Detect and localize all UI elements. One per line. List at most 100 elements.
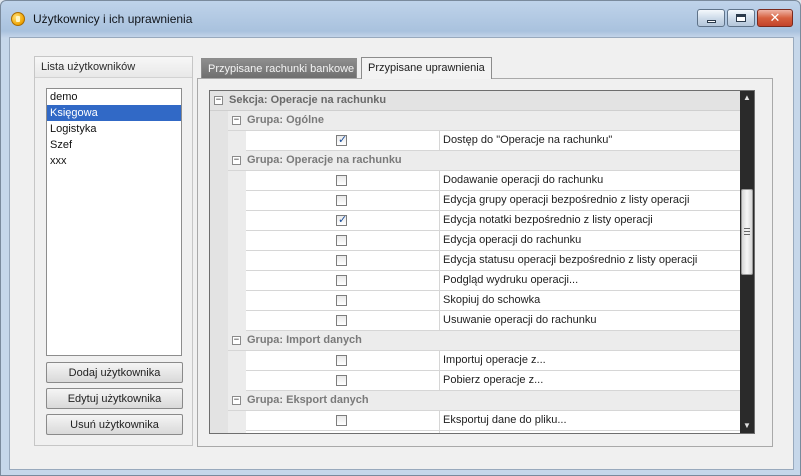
scroll-down-icon[interactable]: ▼ [740,419,754,433]
minimize-icon [706,19,716,23]
group-label: Grupa: Eksport danych [247,394,369,406]
app-icon [11,12,25,26]
permission-checkbox-cell[interactable] [246,171,440,191]
indent-spacer [228,191,246,211]
permission-checkbox-cell[interactable] [246,351,440,371]
edit-user-button[interactable]: Edytuj użytkownika [46,388,183,409]
add-user-button[interactable]: Dodaj użytkownika [46,362,183,383]
minimize-button[interactable] [697,9,725,27]
group-row[interactable]: − Grupa: Import danych [210,331,740,351]
grip-icon [744,228,750,235]
group-label: Grupa: Operacje na rachunku [247,154,402,166]
permission-checkbox-cell[interactable] [246,431,440,433]
permission-name: Podgląd wydruku operacji... [440,271,740,291]
permission-checkbox[interactable] [336,355,347,366]
permission-name: Edycja notatki bezpośrednio z listy oper… [440,211,740,231]
indent-spacer [210,411,228,431]
permission-checkbox[interactable] [336,275,347,286]
permission-checkbox[interactable] [336,175,347,186]
permission-row: Pobierz operacje z... [210,371,740,391]
indent-spacer [228,211,246,231]
indent-spacer [210,431,228,433]
user-list-item[interactable]: demo [47,89,181,105]
indent-spacer [210,291,228,311]
collapse-icon[interactable]: − [232,396,241,405]
indent-spacer [210,211,228,231]
users-panel: Lista użytkowników demo Księgowa Logistyka… [34,56,193,446]
section-row[interactable]: − Sekcja: Operacje na rachunku [210,91,740,111]
close-button[interactable]: ✕ [757,9,793,27]
permission-name: Edycja grupy operacji bezpośrednio z lis… [440,191,740,211]
permission-checkbox[interactable] [336,415,347,426]
scroll-up-icon[interactable]: ▲ [740,91,754,105]
permission-name: Dostęp do "Operacje na rachunku" [440,131,740,151]
indent-spacer [210,111,228,131]
permission-checkbox[interactable] [336,295,347,306]
collapse-icon[interactable]: − [232,116,241,125]
maximize-button[interactable] [727,9,755,27]
permission-checkbox-cell[interactable] [246,411,440,431]
permission-row: Edycja statusu operacji bezpośrednio z l… [210,251,740,271]
permission-checkbox[interactable] [336,235,347,246]
tab-bank-accounts[interactable]: Przypisane rachunki bankowe [201,58,357,79]
user-list-item[interactable]: xxx [47,153,181,169]
permission-checkbox[interactable]: ✓ [336,133,348,146]
check-icon: ✓ [338,213,348,226]
indent-spacer [228,311,246,331]
permission-checkbox-cell[interactable] [246,271,440,291]
vertical-scrollbar[interactable]: ▲ ▼ [740,91,754,433]
permission-checkbox-cell[interactable] [246,231,440,251]
permission-name: Pobierz operacje z... [440,371,740,391]
indent-spacer [210,251,228,271]
permissions-grid: − Sekcja: Operacje na rachunku − Grupa: Ogó… [209,90,755,434]
tab-permissions[interactable]: Przypisane uprawnienia [361,57,492,79]
permission-checkbox-cell[interactable] [246,251,440,271]
permission-row: Skopiuj do schowka [210,291,740,311]
indent-spacer [228,271,246,291]
scroll-thumb[interactable] [741,189,753,275]
users-panel-header: Lista użytkowników [35,57,192,78]
close-icon: ✕ [769,10,781,26]
permission-checkbox[interactable] [336,195,347,206]
collapse-icon[interactable]: − [214,96,223,105]
indent-spacer [210,191,228,211]
permission-checkbox[interactable] [336,375,347,386]
indent-spacer [210,391,228,411]
group-label: Grupa: Ogólne [247,114,324,126]
collapse-icon[interactable]: − [232,336,241,345]
remove-user-button[interactable]: Usuń użytkownika [46,414,183,435]
indent-spacer [210,171,228,191]
permission-checkbox[interactable] [336,315,347,326]
permission-row: ✓ Edycja notatki bezpośrednio z listy ope… [210,211,740,231]
indent-spacer [210,271,228,291]
permission-row: Usuwanie operacji do rachunku [210,311,740,331]
permission-checkbox[interactable]: ✓ [336,213,348,226]
permission-checkbox-cell[interactable]: ✓ [246,211,440,231]
permission-checkbox-cell[interactable] [246,371,440,391]
permission-row: Podgląd wydruku operacji... [210,271,740,291]
permission-checkbox-cell[interactable]: ✓ [246,131,440,151]
indent-spacer [210,331,228,351]
indent-spacer [210,151,228,171]
permission-checkbox-cell[interactable] [246,311,440,331]
user-list-item[interactable]: Logistyka [47,121,181,137]
indent-spacer [228,411,246,431]
permission-checkbox-cell[interactable] [246,291,440,311]
title-bar[interactable]: Użytkownicy i ich uprawnienia ✕ [1,1,800,37]
permission-name: Edycja operacji do rachunku [440,231,740,251]
indent-spacer [228,431,246,433]
collapse-icon[interactable]: − [232,156,241,165]
permission-checkbox[interactable] [336,255,347,266]
group-row[interactable]: − Grupa: Operacje na rachunku [210,151,740,171]
permission-checkbox-cell[interactable] [246,191,440,211]
user-list-item[interactable]: Szef [47,137,181,153]
users-list[interactable]: demo Księgowa Logistyka Szef xxx [46,88,182,356]
group-row[interactable]: − Grupa: Ogólne [210,111,740,131]
permission-name: Dodawanie operacji do rachunku [440,171,740,191]
group-row[interactable]: − Grupa: Eksport danych [210,391,740,411]
permission-name: Eksportuj dane do pliku... [440,411,740,431]
check-icon: ✓ [338,133,348,146]
indent-spacer [228,291,246,311]
user-list-item[interactable]: Księgowa [47,105,181,121]
section-label: Sekcja: Operacje na rachunku [229,94,387,106]
